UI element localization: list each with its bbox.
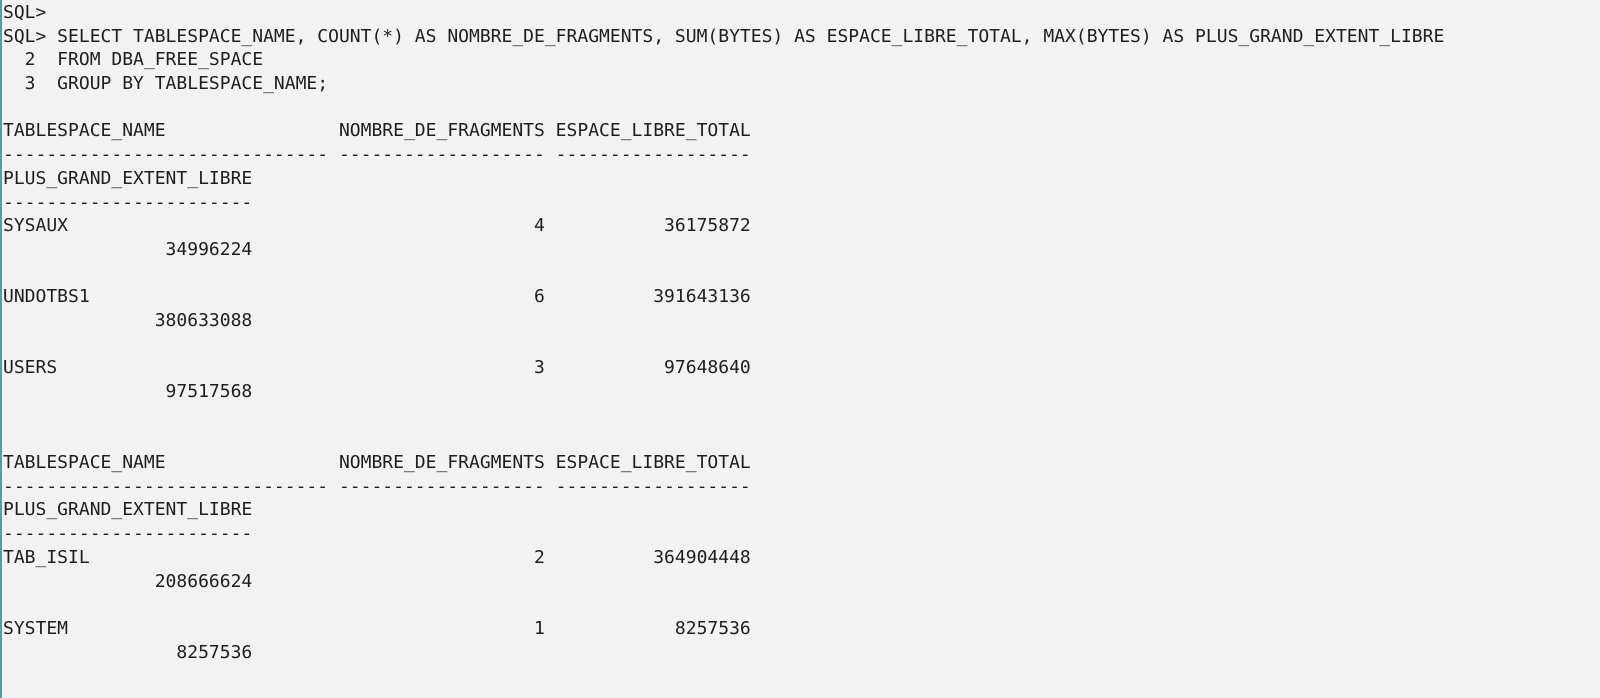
column-separator-line: ------------------------------ ---------… — [3, 144, 751, 166]
column-header-line-wrapped: PLUS_GRAND_EXTENT_LIBRE — [3, 499, 253, 521]
result-row-tab-isil-wrapped: 208666624 — [3, 570, 253, 592]
column-header-line: TABLESPACE_NAME NOMBRE_DE_FRAGMENTS ESPA… — [3, 120, 751, 142]
column-header-line: TABLESPACE_NAME NOMBRE_DE_FRAGMENTS ESPA… — [3, 452, 751, 474]
sql-from-line: 2 FROM DBA_FREE_SPACE — [3, 49, 264, 71]
prompt-line: SQL> — [3, 2, 47, 23]
result-row-undotbs1-wrapped: 380633088 — [3, 309, 253, 331]
column-separator-line-wrapped: ----------------------- — [3, 523, 253, 545]
result-row-tab-isil: TAB_ISIL 2 364904448 — [3, 546, 751, 568]
sql-group-by-line: 3 GROUP BY TABLESPACE_NAME; — [3, 73, 329, 95]
result-row-sysaux: SYSAUX 4 36175872 — [3, 215, 751, 237]
terminal-window[interactable]: SQL> SQL> SELECT TABLESPACE_NAME, COUNT(… — [0, 0, 1600, 698]
column-separator-line: ------------------------------ ---------… — [3, 475, 751, 497]
result-row-system-wrapped: 8257536 — [3, 641, 253, 663]
result-row-sysaux-wrapped: 34996224 — [3, 238, 253, 260]
window-left-border — [0, 0, 2, 698]
result-row-system: SYSTEM 1 8257536 — [3, 617, 751, 639]
result-row-undotbs1: UNDOTBS1 6 391643136 — [3, 286, 751, 308]
column-header-line-wrapped: PLUS_GRAND_EXTENT_LIBRE — [3, 167, 253, 189]
sql-select-line: SQL> SELECT TABLESPACE_NAME, COUNT(*) AS… — [3, 25, 1445, 47]
result-row-users-wrapped: 97517568 — [3, 381, 253, 402]
result-row-users: USERS 3 97648640 — [3, 357, 751, 379]
column-separator-line-wrapped: ----------------------- — [3, 191, 253, 213]
